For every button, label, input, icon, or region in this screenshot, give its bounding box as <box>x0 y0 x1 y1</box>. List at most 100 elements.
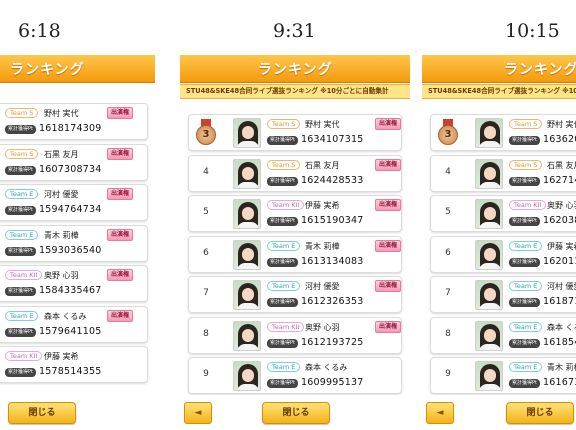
points-label: 累計獲得Pt <box>5 125 36 134</box>
points-value: 16201155 <box>543 255 576 267</box>
points-value: 16187183 <box>543 296 576 307</box>
ranking-row[interactable]: Team E 森本 くるみ 累計獲得Pt 1579641105 出演権 <box>0 305 148 343</box>
member-name: 石黒 友月 <box>44 149 79 159</box>
team-label: Team KII <box>267 200 305 210</box>
photo-face <box>242 369 254 382</box>
ranking-row[interactable]: 6 Team E 青木 莉樺 累計獲得Pt 1613134083 出演権 <box>188 235 402 273</box>
member-name: 河村 優愛 <box>547 282 576 291</box>
member-photo[interactable] <box>475 361 503 391</box>
ranking-row[interactable]: 3 Team S 野村 実代累計獲得Pt16362096 <box>430 114 576 151</box>
ranking-row[interactable]: 4 Team S 石黒 友月 累計獲得Pt 1624428533 出演権 <box>188 154 402 192</box>
back-button[interactable]: ◄ <box>426 402 454 424</box>
member-photo[interactable] <box>475 239 503 270</box>
medal-rank-number: 3 <box>196 125 216 145</box>
points-value: 16185400 <box>543 336 576 348</box>
team-label: Team KII <box>5 351 43 361</box>
points-value: 1618174309 <box>39 123 102 134</box>
photo-face <box>484 328 496 342</box>
ranking-header: ランキング <box>180 55 410 83</box>
appearing-badge: 出演権 <box>107 269 134 281</box>
photo-face <box>484 166 496 180</box>
close-button[interactable]: 閉じる <box>506 402 574 424</box>
photo-shirt <box>479 181 501 188</box>
panel-footer: ◄ 閉じる <box>422 395 576 430</box>
team-label: Team E <box>509 281 543 291</box>
rank-number: 6 <box>445 247 451 258</box>
ranking-row[interactable]: Team E 河村 優愛 累計獲得Pt 1594764734 出演権 <box>0 184 148 221</box>
ranking-row[interactable]: 4 Team S 石黒 友月累計獲得Pt16271405 <box>430 154 576 192</box>
member-name: 奥野 心羽 <box>547 201 576 210</box>
close-button[interactable]: 閉じる <box>8 402 76 424</box>
member-photo[interactable] <box>233 361 261 391</box>
ranking-row[interactable]: 7 Team E 河村 優愛累計獲得Pt16187183 <box>430 276 576 313</box>
points-value: 1624428533 <box>301 174 364 186</box>
member-photo[interactable] <box>233 199 261 229</box>
points-value: 1607308734 <box>39 163 102 175</box>
back-button[interactable]: ◄ <box>184 402 212 424</box>
ranking-row[interactable]: 3 Team S 野村 実代 累計獲得Pt 1634107315 出演権 <box>188 114 402 151</box>
appearing-badge: 出演権 <box>375 118 402 130</box>
points-value: 16167340 <box>543 377 576 388</box>
member-name: 青木 莉樺 <box>547 363 576 372</box>
member-name: 河村 優愛 <box>44 190 79 199</box>
photo-face <box>484 247 496 261</box>
photo-shirt <box>237 141 259 147</box>
photo-shirt <box>479 384 501 390</box>
points-label: 累計獲得Pt <box>5 287 36 296</box>
member-name: 石黒 友月 <box>547 160 576 170</box>
ranking-title: ランキング <box>258 62 333 78</box>
member-photo[interactable] <box>233 320 261 351</box>
points-label: 累計獲得Pt <box>5 246 36 256</box>
member-photo[interactable] <box>475 199 503 229</box>
points-value: 1609995137 <box>301 377 364 388</box>
member-photo[interactable] <box>233 158 261 189</box>
member-photo[interactable] <box>233 239 261 270</box>
ranking-panel-2: ランキング STU48&SKE48合同ライブ選抜ランキング ※10分ごとに自動集… <box>180 55 410 430</box>
member-photo[interactable] <box>475 158 503 189</box>
points-label: 累計獲得Pt <box>267 338 298 348</box>
team-label: Team KII <box>5 270 43 280</box>
points-label: 累計獲得Pt <box>5 368 36 377</box>
rank-number: 5 <box>203 207 209 217</box>
ranking-row[interactable]: 8 Team KII 奥野 心羽 累計獲得Pt 1612193725 出演権 <box>188 316 402 354</box>
ranking-header: ランキング <box>0 55 155 83</box>
ranking-row[interactable]: 8 Team E 森本 くるみ累計獲得Pt16185400 <box>430 316 576 354</box>
appearing-badge: 出演権 <box>107 188 134 200</box>
member-photo[interactable] <box>233 118 261 148</box>
ranking-row[interactable]: 7 Team E 河村 優愛 累計獲得Pt 1612326353 出演権 <box>188 276 402 313</box>
points-value: 1612326353 <box>301 296 364 307</box>
member-photo[interactable] <box>475 118 503 148</box>
close-button[interactable]: 閉じる <box>262 402 330 424</box>
ranking-row[interactable]: 9 Team E 青木 莉樺累計獲得Pt16167340 <box>430 357 576 394</box>
member-photo[interactable] <box>233 280 261 310</box>
timestamp-label-1: 6:18 <box>18 20 61 42</box>
ranking-row[interactable]: Team S 石黒 友月 累計獲得Pt 1607308734 出演権 <box>0 143 148 181</box>
ranking-row[interactable]: 6 Team E 伊藤 実希累計獲得Pt16201155 <box>430 235 576 273</box>
points-label: 累計獲得Pt <box>5 165 36 175</box>
photo-shirt <box>237 262 259 269</box>
ranking-row[interactable]: Team KII 伊藤 実希 累計獲得Pt 1578514355 <box>0 346 148 383</box>
member-name: 森本 くるみ <box>547 322 576 332</box>
member-photo[interactable] <box>475 320 503 351</box>
ranking-row[interactable]: Team S 野村 実代 累計獲得Pt 1618174309 出演権 <box>0 103 148 140</box>
ranking-row[interactable]: Team KII 奥野 心羽 累計獲得Pt 1584335467 出演権 <box>0 265 148 302</box>
member-photo[interactable] <box>475 280 503 310</box>
team-label: Team E <box>509 362 543 372</box>
ranking-row[interactable]: 5 Team KII奥野 心羽累計獲得Pt16203822 <box>430 195 576 232</box>
ranking-row[interactable]: Team E 青木 莉樺 累計獲得Pt 1593036540 出演権 <box>0 224 148 262</box>
photo-face <box>242 207 254 220</box>
ranking-row[interactable]: 5 Team KII 伊藤 実希 累計獲得Pt 1615190347 出演権 <box>188 195 402 232</box>
points-label: 累計獲得Pt <box>509 338 540 348</box>
appearing-badge: 出演権 <box>107 228 134 241</box>
ranking-panel-3: ランキング STU48&SKE48合同ライブ選抜ランキング ※10分ごとに自動集… <box>422 55 576 430</box>
team-label: Team S <box>509 159 543 170</box>
points-label: 累計獲得Pt <box>267 136 298 145</box>
team-label: Team E <box>5 229 39 240</box>
photo-face <box>484 126 496 139</box>
appearing-badge: 出演権 <box>375 158 402 171</box>
points-value: 1579641105 <box>39 325 102 337</box>
ranking-row[interactable]: 9 Team E 森本 くるみ 累計獲得Pt 1609995137 <box>188 357 402 394</box>
points-value: 16271405 <box>543 174 576 186</box>
points-value: 1612193725 <box>301 336 364 348</box>
rank-number: 4 <box>203 166 209 177</box>
